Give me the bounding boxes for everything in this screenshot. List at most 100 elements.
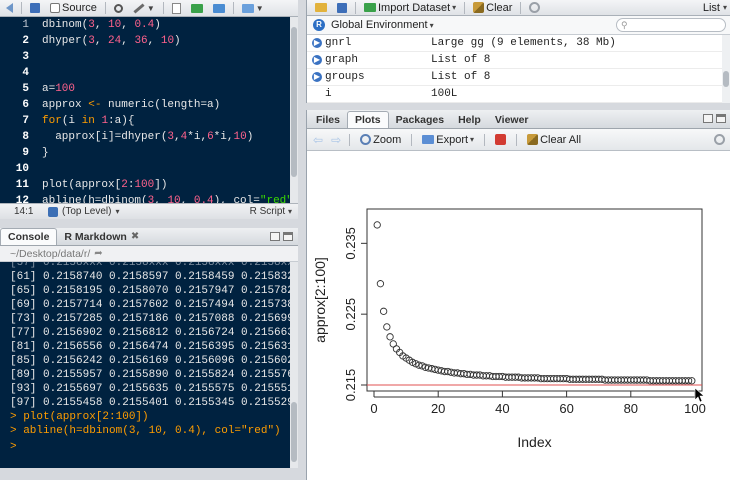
- line-number: 7: [22, 115, 29, 127]
- view-mode-selector[interactable]: List ▾: [703, 2, 727, 14]
- chevron-down-icon: ▼: [146, 3, 155, 13]
- scrollbar-thumb[interactable]: [291, 27, 297, 177]
- rstudio-window: Source ▼ ▼ 1 dbinom(3, 10, 0.4) 2 dhyper(3…: [0, 0, 730, 480]
- zoom-button[interactable]: Zoom: [358, 133, 403, 147]
- load-workspace-button[interactable]: [313, 1, 329, 15]
- plot-canvas[interactable]: 0 20 40 60 80 100 0.215 0.225 0.235 Index approx[2…: [307, 151, 730, 480]
- source-pane: Source ▼ ▼ 1 dbinom(3, 10, 0.4) 2 dhyper(3…: [0, 0, 298, 219]
- tab-label: Help: [458, 113, 481, 126]
- scrollbar-thumb[interactable]: [291, 402, 297, 462]
- y-tick-label: 0.235: [343, 227, 358, 260]
- tab-plots[interactable]: Plots: [346, 111, 389, 128]
- next-plot-icon[interactable]: ⇨: [331, 133, 341, 147]
- data-point: [383, 323, 391, 331]
- tab-viewer[interactable]: Viewer: [488, 111, 536, 128]
- environment-selector[interactable]: Global Environment ▾: [329, 18, 436, 32]
- object-value: List of 8: [431, 54, 491, 66]
- tab-console[interactable]: Console: [0, 228, 58, 245]
- go-to-directory-icon[interactable]: ➦: [94, 246, 102, 262]
- previous-plot-icon[interactable]: ⇦: [313, 133, 323, 147]
- code-tools-button[interactable]: ▼: [131, 1, 157, 15]
- object-name: graph: [325, 54, 359, 66]
- plot-frame: [366, 208, 703, 392]
- clear-environment-button[interactable]: Clear: [471, 1, 514, 15]
- tab-label: Packages: [395, 113, 445, 126]
- source-on-save-toggle[interactable]: Source: [48, 1, 99, 15]
- refresh-plot-button[interactable]: [712, 133, 727, 147]
- clear-label: Clear: [486, 1, 513, 14]
- code-editor[interactable]: 1 dbinom(3, 10, 0.4) 2 dhyper(3, 24, 36, 1…: [0, 17, 290, 203]
- chevron-down-icon: ▾: [287, 207, 292, 216]
- console-output-line: [93] 0.2155697 0.2155635 0.2155575 0.215…: [10, 383, 290, 395]
- mouse-cursor-icon: [694, 387, 705, 403]
- import-dataset-button[interactable]: Import Dataset ▾: [362, 1, 458, 15]
- line-number: 5: [22, 83, 29, 95]
- code-text: }: [42, 147, 49, 159]
- code-line: 5 a=100: [0, 81, 290, 97]
- console-scrollbar[interactable]: [290, 262, 298, 468]
- expand-icon[interactable]: ▶: [312, 38, 322, 48]
- environment-scrollbar[interactable]: [722, 35, 730, 103]
- close-icon[interactable]: ✖: [131, 231, 139, 242]
- run-button[interactable]: [189, 1, 205, 15]
- environment-row[interactable]: ▶ gnrl Large gg (9 elements, 38 Mb): [307, 35, 723, 52]
- cursor-position: 14:1: [14, 206, 34, 217]
- console-output-line: [97] 0.2155458 0.2155401 0.2155345 0.215…: [10, 397, 290, 409]
- environment-row[interactable]: i 100L: [307, 86, 723, 103]
- console-output-line: [85] 0.2156242 0.2156169 0.2156096 0.215…: [10, 355, 290, 367]
- object-name: groups: [325, 71, 365, 83]
- tab-files[interactable]: Files: [309, 111, 347, 128]
- tab-packages[interactable]: Packages: [389, 111, 451, 128]
- console-prompt[interactable]: >: [10, 440, 17, 454]
- minimize-pane-icon[interactable]: [270, 232, 280, 241]
- expand-icon[interactable]: ▶: [312, 55, 322, 65]
- environment-row[interactable]: ▶ groups List of 8: [307, 69, 723, 86]
- file-type-label: R Script: [249, 206, 286, 217]
- export-button[interactable]: Export ▾: [420, 133, 476, 147]
- chevron-down-icon: ▾: [470, 135, 475, 144]
- console-pane: Console R Markdown ✖ ~/Desktop/data/r/➦ […: [0, 228, 298, 468]
- console-output-line: [77] 0.2156902 0.2156812 0.2156724 0.215…: [10, 327, 290, 339]
- export-label: Export: [436, 133, 469, 146]
- environment-row[interactable]: ▶ graph List of 8: [307, 52, 723, 69]
- environment-pane: Import Dataset ▾ Clear List ▾ R Global Env…: [306, 0, 730, 103]
- code-text: for(i in 1:a){: [42, 115, 135, 127]
- compile-report-button[interactable]: [170, 1, 183, 15]
- save-button[interactable]: [28, 1, 42, 15]
- scope-selector[interactable]: (Top Level) ▾: [48, 206, 119, 217]
- remove-plot-button[interactable]: [493, 133, 508, 147]
- tab-label: Console: [8, 231, 50, 243]
- code-text: dhyper(3, 24, 36, 10): [42, 35, 181, 47]
- scrollbar-thumb[interactable]: [723, 71, 729, 87]
- minimize-pane-icon[interactable]: [703, 114, 713, 123]
- console-output[interactable]: [57] 0.2158xxx 0.2158xxx 0.2158xxx 0.215…: [0, 262, 290, 462]
- environment-search-input[interactable]: ⚲: [616, 18, 726, 32]
- maximize-pane-icon[interactable]: [716, 114, 726, 123]
- chevron-down-icon: ▾: [722, 3, 727, 12]
- x-tick-label: 100: [684, 401, 706, 416]
- find-button[interactable]: [112, 1, 125, 15]
- toolbar-divider: [355, 1, 356, 14]
- toolbar-divider: [516, 133, 518, 146]
- maximize-pane-icon[interactable]: [283, 232, 293, 241]
- source-button[interactable]: ▼: [240, 1, 266, 15]
- console-output-line: [89] 0.2155957 0.2155890 0.2155824 0.215…: [10, 369, 290, 381]
- pane-controls: [703, 114, 726, 123]
- refresh-icon: [714, 134, 725, 145]
- code-text: plot(approx[2:100]): [42, 179, 168, 191]
- plots-toolbar: ⇦ ⇨ Zoom Export ▾ Clear All: [307, 129, 730, 151]
- source-statusbar: 14:1 (Top Level) ▾ R Script ▾: [0, 203, 298, 219]
- source-scrollbar[interactable]: [290, 17, 298, 203]
- refresh-button[interactable]: [527, 1, 542, 15]
- nav-back-icon[interactable]: [4, 1, 15, 15]
- tab-help[interactable]: Help: [451, 111, 488, 128]
- clear-all-plots-button[interactable]: Clear All: [525, 133, 583, 147]
- file-type-selector[interactable]: R Script ▾: [250, 206, 292, 217]
- code-line: 12 abline(h=dbinom(3, 10, 0.4), col="red"…: [0, 193, 290, 203]
- rerun-button[interactable]: [211, 1, 227, 15]
- tab-r-markdown[interactable]: R Markdown ✖: [57, 228, 146, 245]
- object-value: List of 8: [431, 71, 491, 83]
- expand-icon[interactable]: ▶: [312, 72, 322, 82]
- save-workspace-button[interactable]: [335, 1, 349, 15]
- view-mode-label: List: [702, 1, 720, 14]
